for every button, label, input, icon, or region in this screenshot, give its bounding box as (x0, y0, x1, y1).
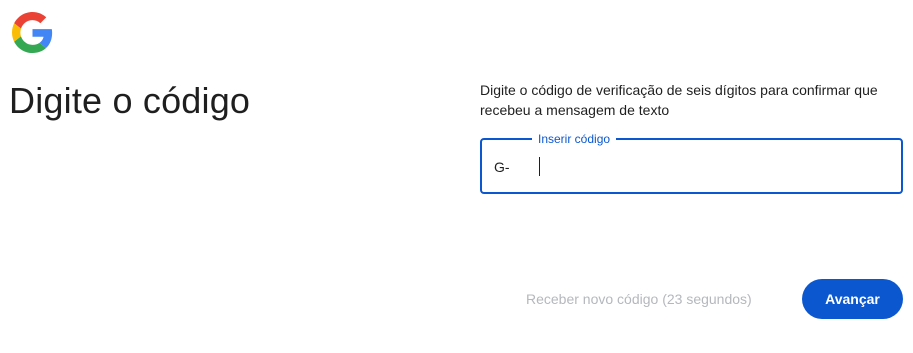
verification-page: Digite o código Digite o código de verif… (0, 0, 913, 353)
resend-code-button[interactable]: Receber novo código (23 segundos) (510, 280, 768, 318)
text-caret (539, 157, 540, 176)
code-input[interactable] (534, 154, 874, 180)
code-prefix: G- (494, 159, 510, 175)
page-title: Digite o código (9, 80, 251, 121)
google-logo-icon (12, 12, 53, 53)
code-field[interactable]: Inserir código G- (480, 131, 903, 194)
next-button[interactable]: Avançar (802, 279, 903, 319)
instructions-text: Digite o código de verificação de seis d… (480, 82, 878, 118)
code-field-label: Inserir código (532, 131, 617, 147)
